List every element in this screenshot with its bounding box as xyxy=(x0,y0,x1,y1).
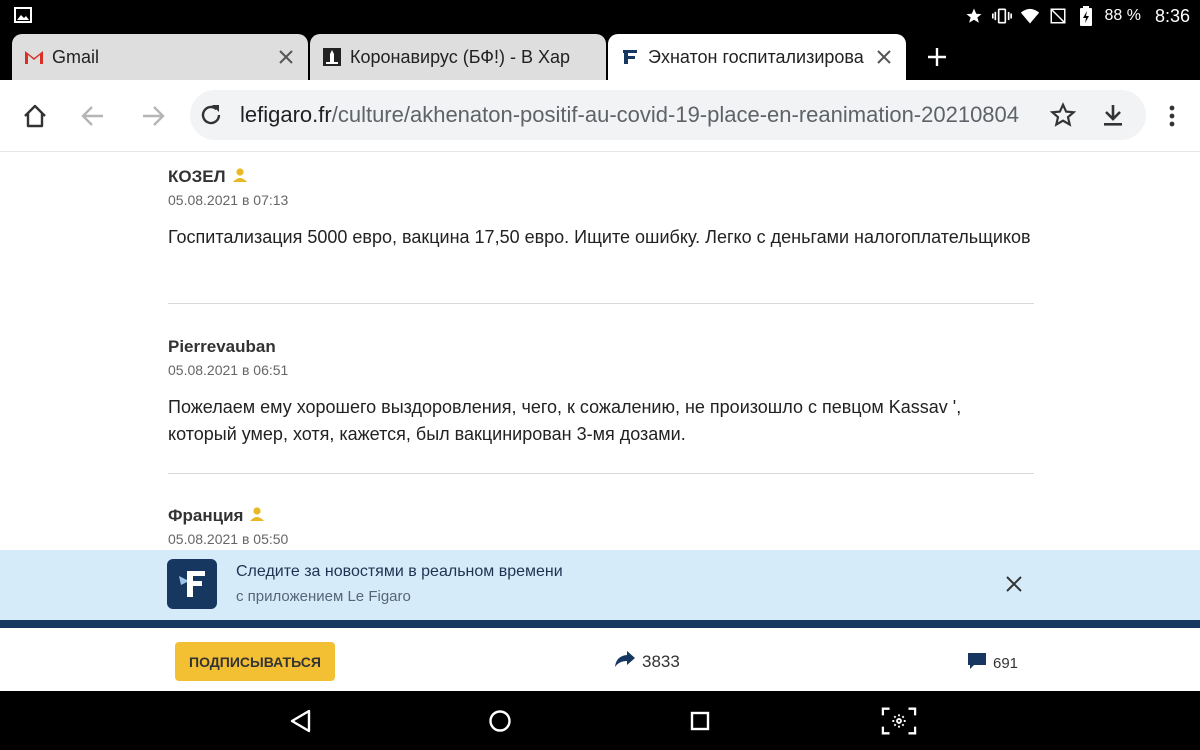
close-tab-icon[interactable] xyxy=(872,45,896,69)
comment-date: 05.08.2021 в 05:50 xyxy=(168,531,289,547)
nav-back-icon[interactable] xyxy=(282,703,318,739)
close-tab-icon[interactable] xyxy=(274,45,298,69)
menu-more-icon[interactable] xyxy=(1154,98,1190,134)
banner-divider xyxy=(0,620,1200,628)
gmail-icon xyxy=(24,47,44,67)
back-arrow-icon[interactable] xyxy=(75,98,111,134)
tab-strip: Gmail Коронавирус (БФ!) - В Хар Эхнатон … xyxy=(0,32,1200,80)
star-icon xyxy=(964,6,984,26)
tab-title: Gmail xyxy=(52,46,100,67)
bookmark-star-icon[interactable] xyxy=(1045,97,1081,133)
comment-count: 691 xyxy=(993,654,1019,672)
comment-date: 05.08.2021 в 06:51 xyxy=(168,362,289,378)
comment-item: Pierrevauban 05.08.2021 в 06:51 Пожелаем… xyxy=(168,336,1034,448)
url-text[interactable]: lefigaro.fr/culture/akhenaton-positif-au… xyxy=(240,102,1019,128)
comment-author-row: Франция xyxy=(168,505,1034,527)
comment-date: 05.08.2021 в 07:13 xyxy=(168,192,289,208)
url-path: /culture/akhenaton-positif-au-covid-19-p… xyxy=(331,102,1020,127)
battery-percentage: 88 % xyxy=(1104,7,1141,24)
vibrate-icon xyxy=(992,6,1013,26)
url-host: lefigaro.fr xyxy=(240,102,332,127)
comment-item: Франция 05.08.2021 в 05:50 xyxy=(168,505,1034,547)
banner-subtitle: с приложением Le Figaro xyxy=(236,588,411,605)
android-navigation-bar xyxy=(0,691,1200,750)
tab-coronavirus[interactable]: Коронавирус (БФ!) - В Хар xyxy=(310,34,606,80)
address-bar[interactable]: lefigaro.fr/culture/akhenaton-positif-au… xyxy=(190,90,1146,140)
comment-item: КОЗЕЛ 05.08.2021 в 07:13 Госпитализация … xyxy=(168,166,1034,251)
banner-title: Следите за новостями в реальном времени xyxy=(236,563,563,580)
comment-divider xyxy=(168,303,1034,304)
share-arrow-icon xyxy=(614,650,636,673)
clock: 8:36 xyxy=(1154,5,1190,26)
wifi-icon xyxy=(1020,6,1040,26)
comment-author-row: КОЗЕЛ xyxy=(168,166,1034,188)
share-count: 3833 xyxy=(642,651,680,671)
figaro-f-icon xyxy=(620,47,640,67)
tab-gmail[interactable]: Gmail xyxy=(12,34,308,80)
download-icon[interactable] xyxy=(1095,97,1131,133)
comments-list: КОЗЕЛ 05.08.2021 в 07:13 Госпитализация … xyxy=(0,152,1200,550)
subscribe-button[interactable]: ПОДПИСЫВАТЬСЯ xyxy=(175,642,335,681)
article-action-bar: ПОДПИСЫВАТЬСЯ 3833 691 xyxy=(0,628,1200,691)
screenshot-capture-icon[interactable] xyxy=(881,703,917,739)
tab-title: Эхнатон госпитализирова xyxy=(648,46,864,67)
comments-button[interactable]: 691 xyxy=(967,652,1018,674)
new-tab-icon[interactable] xyxy=(922,42,952,72)
user-badge-icon xyxy=(232,167,248,188)
monument-icon xyxy=(322,47,342,67)
reload-icon[interactable] xyxy=(193,97,229,133)
home-icon[interactable] xyxy=(17,98,53,134)
share-button[interactable]: 3833 xyxy=(614,650,680,673)
nav-home-icon[interactable] xyxy=(482,703,518,739)
comment-author-row: Pierrevauban xyxy=(168,336,1034,358)
battery-icon xyxy=(1076,6,1096,26)
forward-arrow-icon[interactable] xyxy=(135,98,171,134)
comment-text: Госпитализация 5000 евро, вакцина 17,50 … xyxy=(168,227,1031,247)
tab-lefigaro[interactable]: Эхнатон госпитализирова xyxy=(608,34,906,80)
status-bar: 88 % 8:36 xyxy=(0,0,1200,32)
browser-toolbar: lefigaro.fr/culture/akhenaton-positif-au… xyxy=(0,80,1200,152)
tab-title: Коронавирус (БФ!) - В Хар xyxy=(350,46,571,67)
comment-author[interactable]: Pierrevauban xyxy=(168,337,276,357)
comment-author[interactable]: Франция xyxy=(168,506,243,526)
close-banner-icon[interactable] xyxy=(1002,572,1026,596)
comment-bubble-icon xyxy=(967,652,987,674)
no-sim-icon xyxy=(1048,6,1068,26)
comment-divider xyxy=(168,473,1034,474)
figaro-app-logo xyxy=(167,559,217,609)
app-download-banner[interactable]: Следите за новостями в реальном времени … xyxy=(0,550,1200,620)
comment-text: Пожелаем ему хорошего выздоровления, чег… xyxy=(168,397,962,444)
nav-recents-icon[interactable] xyxy=(682,703,718,739)
gallery-notification-icon xyxy=(14,7,32,23)
user-badge-icon xyxy=(249,506,265,527)
comment-author[interactable]: КОЗЕЛ xyxy=(168,167,226,187)
